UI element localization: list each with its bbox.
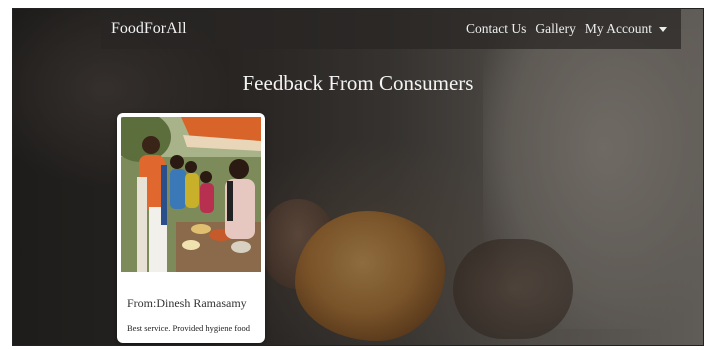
caret-down-icon[interactable] xyxy=(659,26,667,32)
brand-link[interactable]: FoodForAll xyxy=(111,20,187,38)
page-frame: FoodForAll Contact Us Gallery My Account… xyxy=(12,8,704,346)
nav-contact-us[interactable]: Contact Us xyxy=(466,21,526,37)
nav-gallery[interactable]: Gallery xyxy=(535,21,575,37)
feedback-photo xyxy=(121,117,261,272)
background-child-hand xyxy=(453,239,573,339)
page-title: Feedback From Consumers xyxy=(242,71,474,95)
feedback-text: Best service. Provided hygiene food xyxy=(127,323,250,333)
nav-links: Contact Us Gallery My Account xyxy=(466,21,667,37)
feedback-author: From:Dinesh Ramasamy xyxy=(127,296,247,310)
my-account-dropdown[interactable]: My Account xyxy=(585,21,667,37)
top-navbar: FoodForAll Contact Us Gallery My Account xyxy=(101,9,681,49)
nav-my-account[interactable]: My Account xyxy=(585,21,652,37)
feedback-card: From:Dinesh Ramasamy Best service. Provi… xyxy=(117,113,265,343)
background-bread xyxy=(295,211,445,341)
photo-illustration xyxy=(121,117,261,272)
